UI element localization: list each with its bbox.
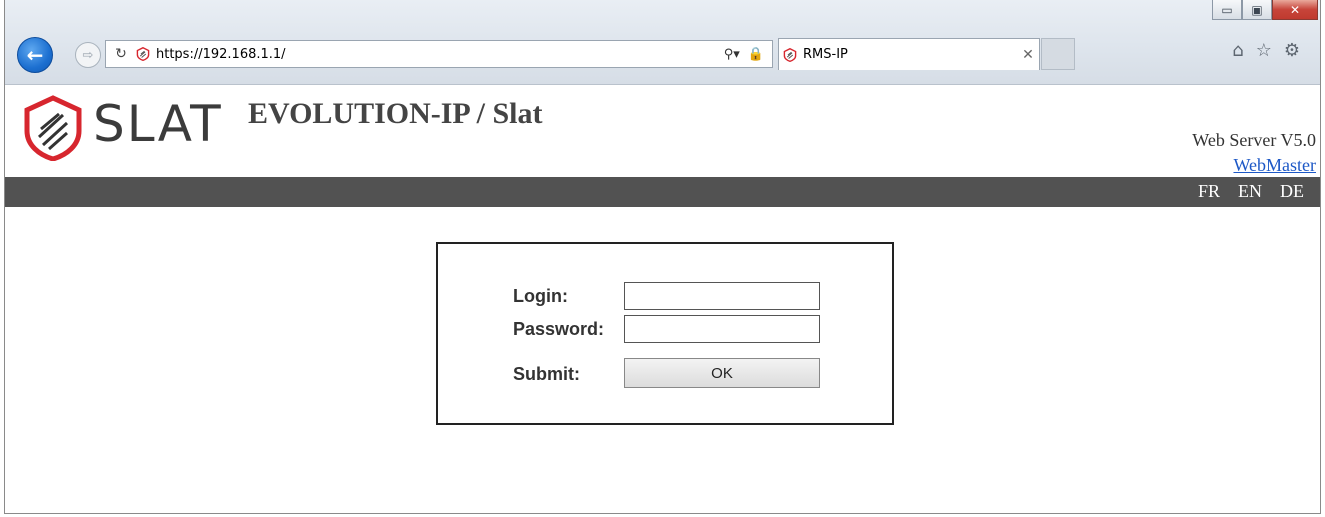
server-version: Web Server V5.0 — [1192, 130, 1316, 150]
tab-rms-ip[interactable]: RMS-IP ✕ — [778, 38, 1040, 70]
brand-logo-text: SLAT — [93, 95, 223, 153]
new-tab-button[interactable] — [1041, 38, 1075, 70]
address-bar-tools: ⚲▾ 🔒 — [716, 47, 764, 62]
tab-favicon-icon — [783, 47, 797, 62]
address-bar[interactable]: ↻ https://192.168.1.1/ ⚲▾ 🔒 — [105, 40, 773, 68]
browser-chrome: ▭ ▣ ✕ ← ⇨ ↻ https://192.168.1.1/ ⚲▾ 🔒 RM… — [5, 0, 1320, 85]
url-text: https://192.168.1.1/ — [156, 46, 286, 62]
refresh-icon[interactable]: ↻ — [110, 46, 132, 62]
lang-de[interactable]: DE — [1280, 181, 1304, 202]
ok-button[interactable]: OK — [624, 358, 820, 388]
minimize-button[interactable]: ▭ — [1212, 0, 1242, 20]
password-input[interactable] — [624, 315, 820, 343]
login-form: Login: Password: Submit: OK — [436, 242, 894, 425]
submit-label: Submit: — [513, 364, 580, 384]
star-icon[interactable]: ☆ — [1256, 40, 1272, 61]
maximize-button[interactable]: ▣ — [1242, 0, 1272, 20]
close-icon[interactable]: ✕ — [1017, 47, 1039, 63]
slat-logo-icon — [24, 95, 82, 161]
nav-bar: FR EN DE — [5, 177, 1320, 207]
close-window-button[interactable]: ✕ — [1272, 0, 1318, 20]
forward-icon: ⇨ — [82, 47, 94, 63]
browser-toolbar-icons: ⌂ ☆ ⚙ — [1232, 40, 1300, 61]
page-content: SLAT EVOLUTION-IP / Slat Web Server V5.0… — [5, 85, 1320, 513]
webmaster-link[interactable]: WebMaster — [1233, 155, 1316, 176]
language-switcher: FR EN DE — [1198, 181, 1304, 202]
browser-window: ▭ ▣ ✕ ← ⇨ ↻ https://192.168.1.1/ ⚲▾ 🔒 RM… — [4, 0, 1321, 514]
lang-fr[interactable]: FR — [1198, 181, 1220, 202]
gear-icon[interactable]: ⚙ — [1284, 40, 1300, 61]
site-favicon-icon — [136, 47, 150, 61]
back-icon: ← — [26, 43, 44, 67]
forward-button[interactable]: ⇨ — [75, 42, 101, 68]
tab-title: RMS-IP — [803, 47, 848, 62]
lock-icon[interactable]: 🔒 — [748, 47, 764, 62]
password-label: Password: — [513, 319, 605, 339]
login-label: Login: — [513, 286, 568, 306]
page-title: EVOLUTION-IP / Slat — [248, 97, 543, 130]
login-input[interactable] — [624, 282, 820, 310]
back-button[interactable]: ← — [17, 37, 53, 73]
window-controls: ▭ ▣ ✕ — [1212, 0, 1318, 22]
search-icon[interactable]: ⚲▾ — [724, 47, 740, 62]
lang-en[interactable]: EN — [1238, 181, 1262, 202]
home-icon[interactable]: ⌂ — [1232, 40, 1243, 61]
